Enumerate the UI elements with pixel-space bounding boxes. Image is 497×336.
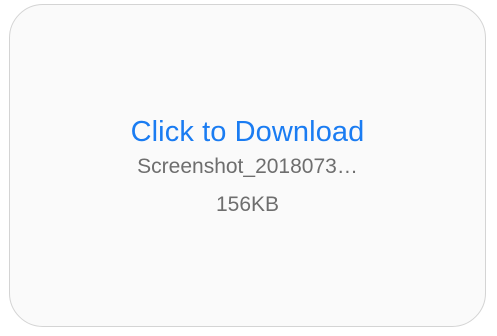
- file-name: Screenshot_2018073…: [137, 155, 358, 178]
- file-size: 156KB: [215, 193, 280, 216]
- click-to-download-link[interactable]: Click to Download: [131, 115, 365, 149]
- download-card-content: Click to Download Screenshot_2018073… 15…: [131, 115, 365, 218]
- download-card[interactable]: Click to Download Screenshot_2018073… 15…: [9, 4, 486, 327]
